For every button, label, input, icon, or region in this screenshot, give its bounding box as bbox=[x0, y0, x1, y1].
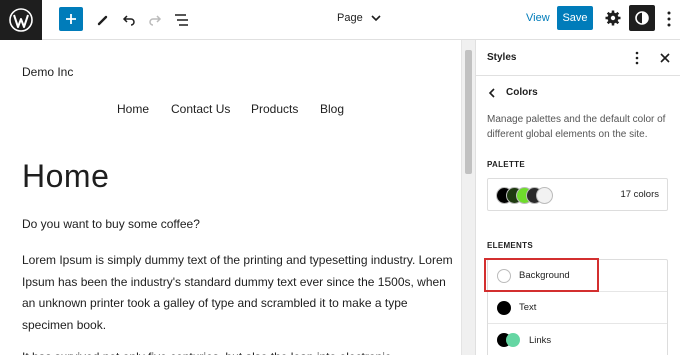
sidebar-header: Styles bbox=[476, 40, 680, 76]
palette-swatch bbox=[536, 187, 553, 204]
canvas-scrollbar[interactable] bbox=[461, 40, 475, 355]
page-heading[interactable]: Home bbox=[22, 158, 109, 195]
half-circle-contrast-icon bbox=[635, 11, 649, 25]
nav-item-products[interactable]: Products bbox=[251, 102, 320, 116]
text-color-indicator bbox=[497, 300, 511, 315]
wordpress-icon bbox=[9, 8, 33, 32]
edit-tool-button[interactable] bbox=[93, 10, 113, 30]
list-view-button[interactable] bbox=[172, 10, 192, 30]
palette-swatches bbox=[496, 187, 556, 204]
subpanel-title: Colors bbox=[506, 87, 538, 98]
pencil-icon bbox=[97, 15, 108, 26]
add-block-button[interactable] bbox=[59, 7, 83, 31]
palette-button[interactable]: 17 colors bbox=[487, 178, 668, 211]
more-options-icon[interactable] bbox=[664, 10, 674, 28]
element-item-text[interactable]: Text bbox=[488, 292, 667, 324]
undo-button[interactable] bbox=[119, 10, 139, 30]
document-title: Page bbox=[337, 12, 363, 24]
editor-canvas[interactable]: Demo Inc Home Contact Us Products Blog H… bbox=[0, 40, 461, 355]
redo-button[interactable] bbox=[145, 10, 165, 30]
colors-back-button[interactable]: Colors bbox=[488, 87, 538, 98]
chevron-down-icon bbox=[371, 15, 381, 22]
links-color-indicator bbox=[497, 333, 521, 347]
nav-item-blog[interactable]: Blog bbox=[320, 102, 344, 116]
navigation-menu: Home Contact Us Products Blog bbox=[117, 102, 344, 116]
nav-item-contact-us[interactable]: Contact Us bbox=[171, 102, 251, 116]
chevron-left-icon bbox=[488, 87, 495, 98]
redo-icon bbox=[149, 15, 162, 26]
site-title[interactable]: Demo Inc bbox=[22, 65, 73, 79]
close-icon[interactable] bbox=[658, 51, 672, 65]
element-label: Links bbox=[529, 334, 552, 346]
elements-section-label: ELEMENTS bbox=[487, 241, 533, 250]
element-label: Text bbox=[519, 302, 537, 313]
editor-toolbar: Page View Save bbox=[0, 0, 680, 40]
settings-gear-icon[interactable] bbox=[604, 9, 622, 27]
sidebar-title: Styles bbox=[487, 52, 517, 63]
paragraph-lorem[interactable]: Lorem Ipsum is simply dummy text of the … bbox=[22, 250, 454, 336]
paragraph-intro[interactable]: Do you want to buy some coffee? bbox=[22, 214, 454, 236]
plus-icon bbox=[66, 14, 76, 24]
view-button[interactable]: View bbox=[526, 12, 550, 24]
undo-icon bbox=[122, 15, 135, 26]
palette-count: 17 colors bbox=[620, 189, 659, 200]
highlight-box bbox=[484, 258, 599, 292]
links-hover-color-dot bbox=[506, 333, 520, 347]
colors-description: Manage palettes and the default color of… bbox=[487, 114, 666, 140]
scrollbar-thumb[interactable] bbox=[465, 50, 472, 174]
paragraph-survived[interactable]: It has survived not only five centuries,… bbox=[22, 347, 454, 355]
element-item-links[interactable]: Links bbox=[488, 324, 667, 355]
sidebar-more-options-icon[interactable] bbox=[633, 51, 641, 65]
document-title-dropdown[interactable]: Page bbox=[337, 12, 381, 24]
wordpress-logo-button[interactable] bbox=[0, 0, 42, 40]
styles-toggle-button[interactable] bbox=[629, 5, 655, 31]
styles-sidebar: Styles Colors Manage palettes and the de… bbox=[475, 40, 680, 355]
list-view-icon bbox=[175, 14, 188, 26]
nav-item-home[interactable]: Home bbox=[117, 102, 171, 116]
save-button[interactable]: Save bbox=[557, 6, 593, 30]
palette-section-label: PALETTE bbox=[487, 160, 525, 169]
